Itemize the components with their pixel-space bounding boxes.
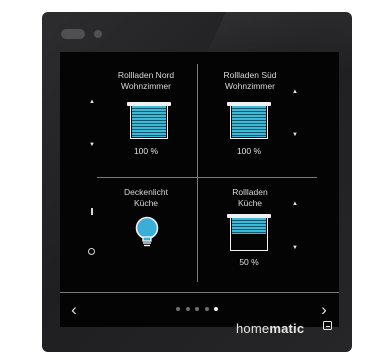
chevron-left-icon[interactable]: ‹ bbox=[67, 301, 81, 318]
arrow-up-icon[interactable]: ▲ bbox=[87, 99, 97, 105]
lightbulb-icon bbox=[135, 216, 159, 247]
grid-divider-horizontal bbox=[97, 177, 317, 178]
arrow-up-icon[interactable]: ▲ bbox=[290, 201, 300, 207]
nav-divider bbox=[60, 292, 339, 293]
tile-value: 100 % bbox=[133, 146, 159, 156]
tile-label: Rollladen Küche bbox=[232, 187, 268, 208]
toggle-off-icon[interactable] bbox=[88, 248, 95, 255]
tile-label: Rollladen Nord Wohnzimmer bbox=[117, 70, 175, 91]
chevron-right-icon[interactable]: › bbox=[317, 301, 331, 318]
tile-label: Rollladen Süd Wohnzimmer bbox=[223, 70, 277, 91]
tile-label: Deckenlicht Küche bbox=[124, 187, 168, 208]
tile-value: 50 % bbox=[239, 257, 259, 267]
shutter-icon bbox=[227, 102, 271, 139]
arrow-down-icon[interactable]: ▼ bbox=[87, 142, 97, 148]
arrow-down-icon[interactable]: ▼ bbox=[290, 245, 300, 251]
brand-logo: homematic bbox=[236, 321, 305, 336]
homematic-logo-icon bbox=[323, 321, 332, 330]
tile-value: 100 % bbox=[236, 146, 262, 156]
light-sensor bbox=[94, 30, 102, 38]
arrow-up-icon[interactable]: ▲ bbox=[290, 89, 300, 95]
page-dot[interactable] bbox=[195, 307, 199, 311]
page-dot-active[interactable] bbox=[214, 307, 218, 311]
arrow-down-icon[interactable]: ▼ bbox=[290, 132, 300, 138]
wall-display-device: Rollladen Nord Wohnzimmer 100 % ▲ ▼ Roll… bbox=[42, 12, 352, 352]
page-dot[interactable] bbox=[204, 307, 209, 311]
page-dot[interactable] bbox=[176, 307, 180, 311]
page-dot[interactable] bbox=[185, 307, 190, 311]
grid-divider-vertical bbox=[197, 64, 198, 282]
shutter-icon bbox=[127, 102, 171, 139]
shutter-icon bbox=[227, 214, 271, 251]
proximity-sensor bbox=[61, 29, 85, 39]
touch-screen: Rollladen Nord Wohnzimmer 100 % ▲ ▼ Roll… bbox=[60, 52, 339, 327]
toggle-on-icon[interactable] bbox=[91, 208, 93, 215]
